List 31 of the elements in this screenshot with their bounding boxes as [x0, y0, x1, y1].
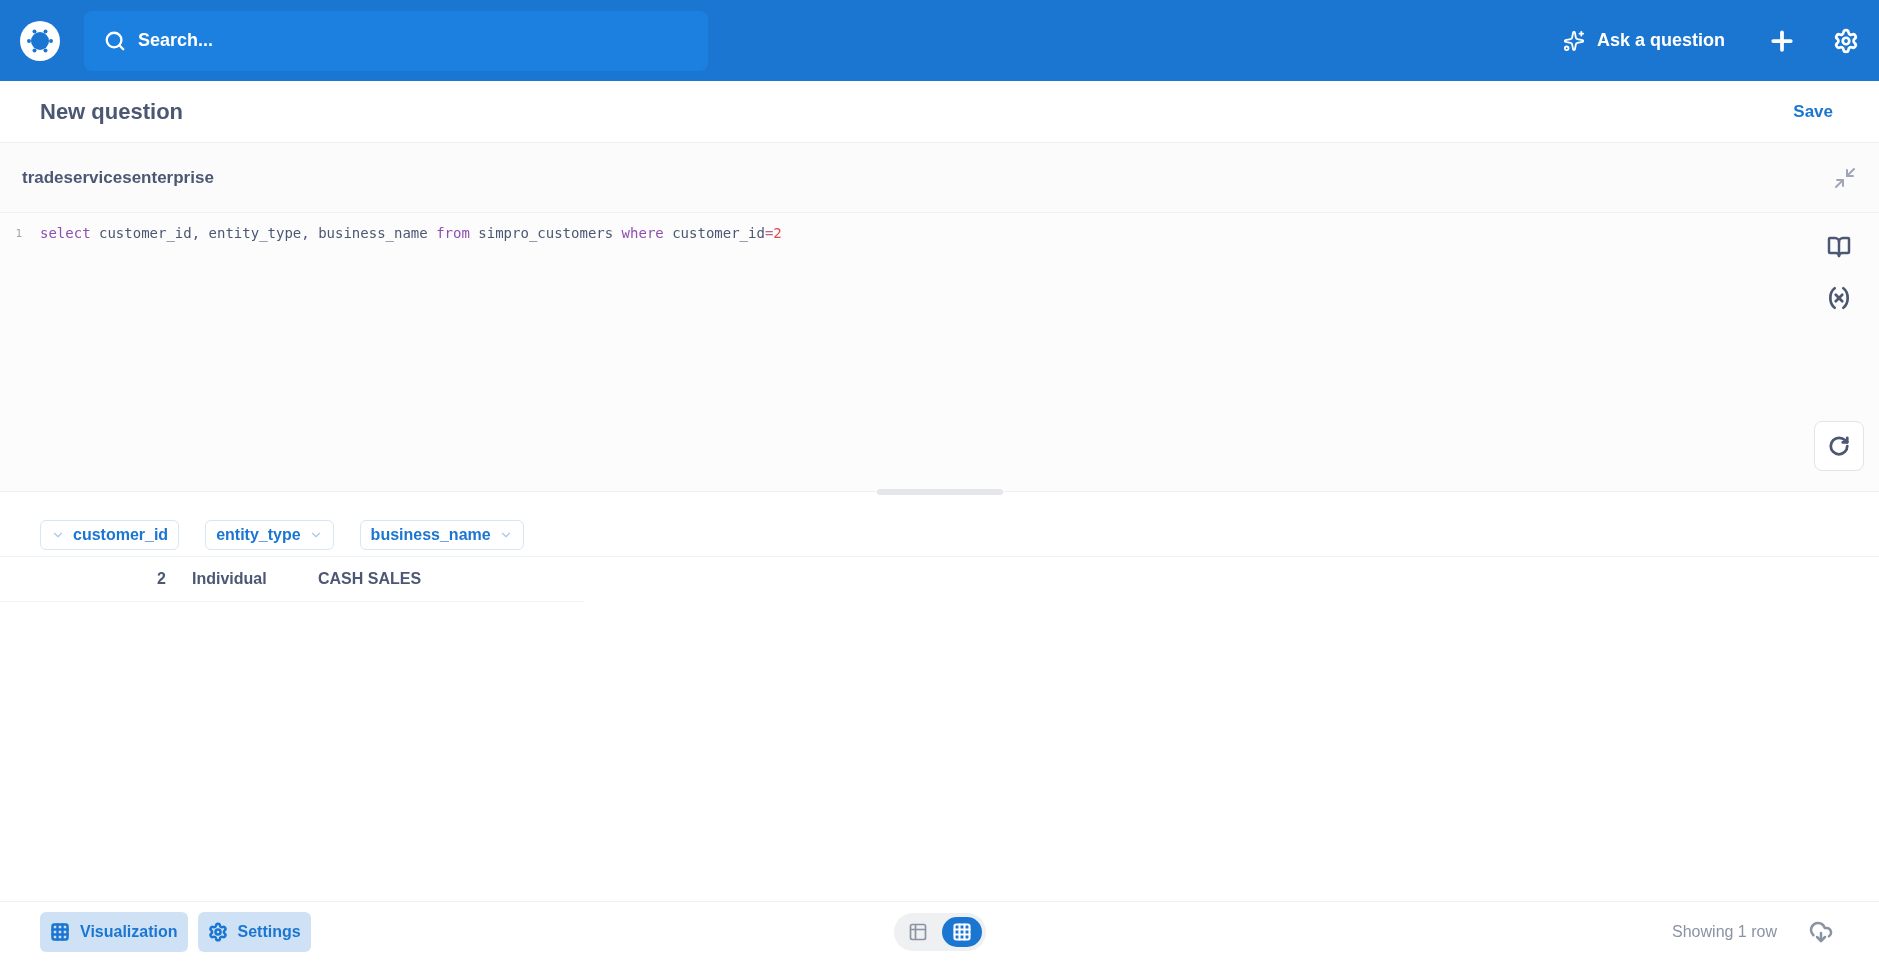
table-cell-text: CASH SALES [318, 570, 423, 588]
grid-icon [951, 922, 972, 942]
grid-view-button[interactable] [941, 917, 982, 947]
page-title: New question [40, 98, 183, 125]
column-header[interactable]: entity_type [205, 520, 334, 550]
variable-icon[interactable] [1826, 285, 1852, 311]
refresh-icon [1828, 435, 1850, 457]
sql-code[interactable]: select customer_id, entity_type, business_name from simpro_customers where customer_id=2 [40, 225, 782, 241]
ask-question-button[interactable]: Ask a question [1556, 28, 1731, 53]
table-cell-text: Individual [192, 570, 268, 588]
refresh-button[interactable] [1814, 421, 1864, 471]
column-header[interactable]: customer_id [40, 520, 180, 550]
row-count: Showing 1 row [1672, 923, 1777, 941]
logo-icon[interactable] [20, 20, 60, 61]
grid-icon [50, 922, 70, 942]
table-cell-text: 2 [156, 570, 166, 588]
settings-icon[interactable] [1833, 27, 1859, 54]
search-field[interactable]: Search... [84, 10, 708, 71]
sparkle-icon [1562, 29, 1585, 52]
database-name[interactable]: tradeservicesenterprise [22, 167, 214, 188]
book-icon[interactable] [1827, 235, 1851, 259]
settings-button[interactable]: Settings [197, 912, 311, 952]
collapse-icon[interactable] [1833, 165, 1857, 190]
resize-handle[interactable] [876, 489, 1003, 495]
search-icon [104, 29, 126, 52]
line-number: 1 [14, 226, 22, 240]
gear-icon [207, 922, 228, 942]
table-icon [907, 922, 928, 942]
column-header[interactable]: business_name [359, 520, 524, 550]
visualization-button[interactable]: Visualization [40, 912, 188, 952]
save-button[interactable]: Save [1787, 100, 1839, 123]
